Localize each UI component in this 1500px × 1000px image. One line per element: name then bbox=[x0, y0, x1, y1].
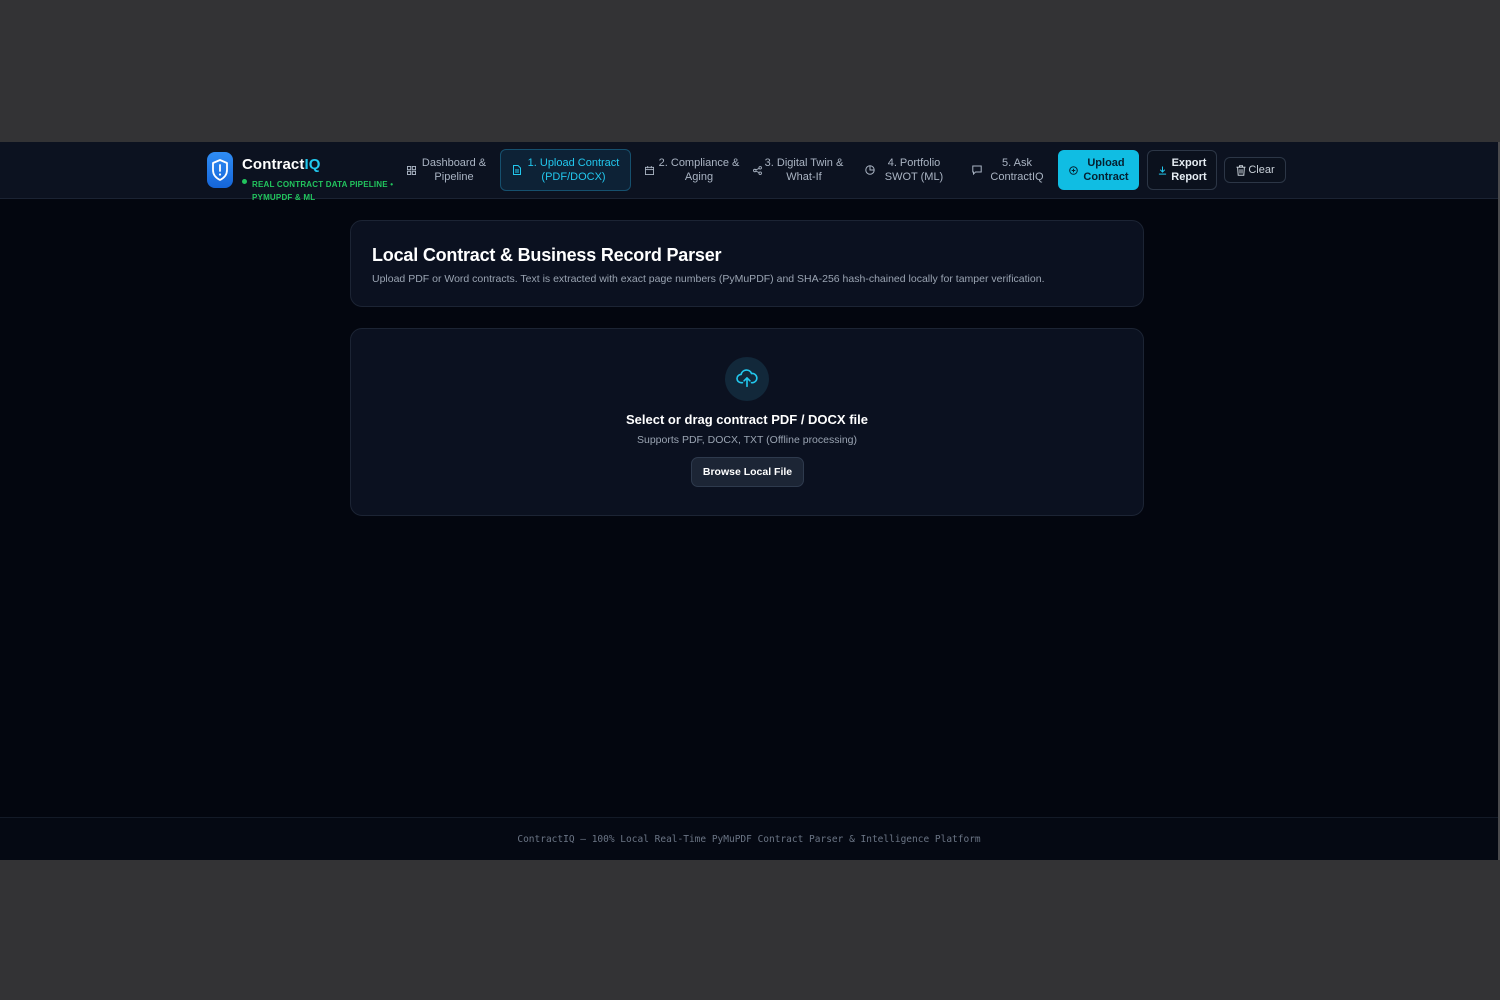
footer: ContractIQ — 100% Local Real-Time PyMuPD… bbox=[0, 817, 1498, 860]
chat-icon bbox=[971, 165, 983, 175]
nav-label: Dashboard & Pipeline bbox=[421, 157, 487, 183]
export-report-label: Export Report bbox=[1171, 157, 1207, 183]
top-navigation-bar: ContractIQ REAL CONTRACT DATA PIPELINE •… bbox=[0, 142, 1498, 202]
nav-label: 5. Ask ContractIQ bbox=[990, 157, 1044, 183]
dropzone-title: Select or drag contract PDF / DOCX file bbox=[626, 412, 868, 427]
status-dot bbox=[242, 179, 247, 184]
file-icon bbox=[511, 165, 523, 175]
page-title: Local Contract & Business Record Parser bbox=[372, 245, 722, 265]
shield-alert-icon bbox=[207, 152, 233, 188]
share-icon bbox=[751, 165, 763, 175]
app-window: ContractIQ REAL CONTRACT DATA PIPELINE •… bbox=[0, 142, 1500, 860]
dropzone-subtitle: Supports PDF, DOCX, TXT (Offline process… bbox=[637, 434, 857, 446]
nav-label: 2. Compliance & Aging bbox=[658, 157, 740, 183]
nav-label: 1. Upload Contract (PDF/DOCX) bbox=[527, 157, 620, 183]
file-dropzone[interactable]: Select or drag contract PDF / DOCX file … bbox=[350, 328, 1144, 516]
brand: ContractIQ REAL CONTRACT DATA PIPELINE •… bbox=[207, 151, 402, 202]
pie-chart-icon bbox=[864, 165, 876, 175]
app-title: ContractIQ bbox=[242, 156, 321, 173]
upload-contract-button[interactable]: Upload Contract bbox=[1058, 150, 1139, 190]
clear-label: Clear bbox=[1248, 164, 1275, 176]
nav-digital-twin[interactable]: 3. Digital Twin & What-If bbox=[751, 149, 845, 191]
nav-compliance-aging[interactable]: 2. Compliance & Aging bbox=[643, 149, 743, 191]
cloud-upload-icon bbox=[725, 357, 769, 401]
plus-circle-icon bbox=[1067, 165, 1079, 175]
clear-button[interactable]: Clear bbox=[1224, 157, 1286, 183]
nav-label: 3. Digital Twin & What-If bbox=[764, 157, 844, 183]
footer-text: ContractIQ — 100% Local Real-Time PyMuPD… bbox=[517, 833, 981, 845]
nav-upload-contract[interactable]: 1. Upload Contract (PDF/DOCX) bbox=[500, 149, 631, 191]
grid-icon bbox=[405, 165, 417, 175]
nav-label: 4. Portfolio SWOT (ML) bbox=[884, 157, 944, 183]
upload-contract-label: Upload Contract bbox=[1083, 157, 1129, 183]
app-subtitle: REAL CONTRACT DATA PIPELINE • PYMUPDF & … bbox=[252, 180, 394, 202]
browse-local-file-button[interactable]: Browse Local File bbox=[691, 457, 804, 487]
nav-dashboard-pipeline[interactable]: Dashboard & Pipeline bbox=[405, 149, 491, 191]
nav-portfolio-swot[interactable]: 4. Portfolio SWOT (ML) bbox=[864, 149, 952, 191]
nav-ask-contractiq[interactable]: 5. Ask ContractIQ bbox=[971, 149, 1051, 191]
download-icon bbox=[1156, 165, 1168, 175]
export-report-button[interactable]: Export Report bbox=[1147, 150, 1217, 190]
calendar-icon bbox=[643, 165, 655, 175]
page-description: Upload PDF or Word contracts. Text is ex… bbox=[372, 273, 1045, 285]
trash-icon bbox=[1235, 164, 1247, 176]
parser-intro-card: Local Contract & Business Record Parser … bbox=[350, 220, 1144, 307]
